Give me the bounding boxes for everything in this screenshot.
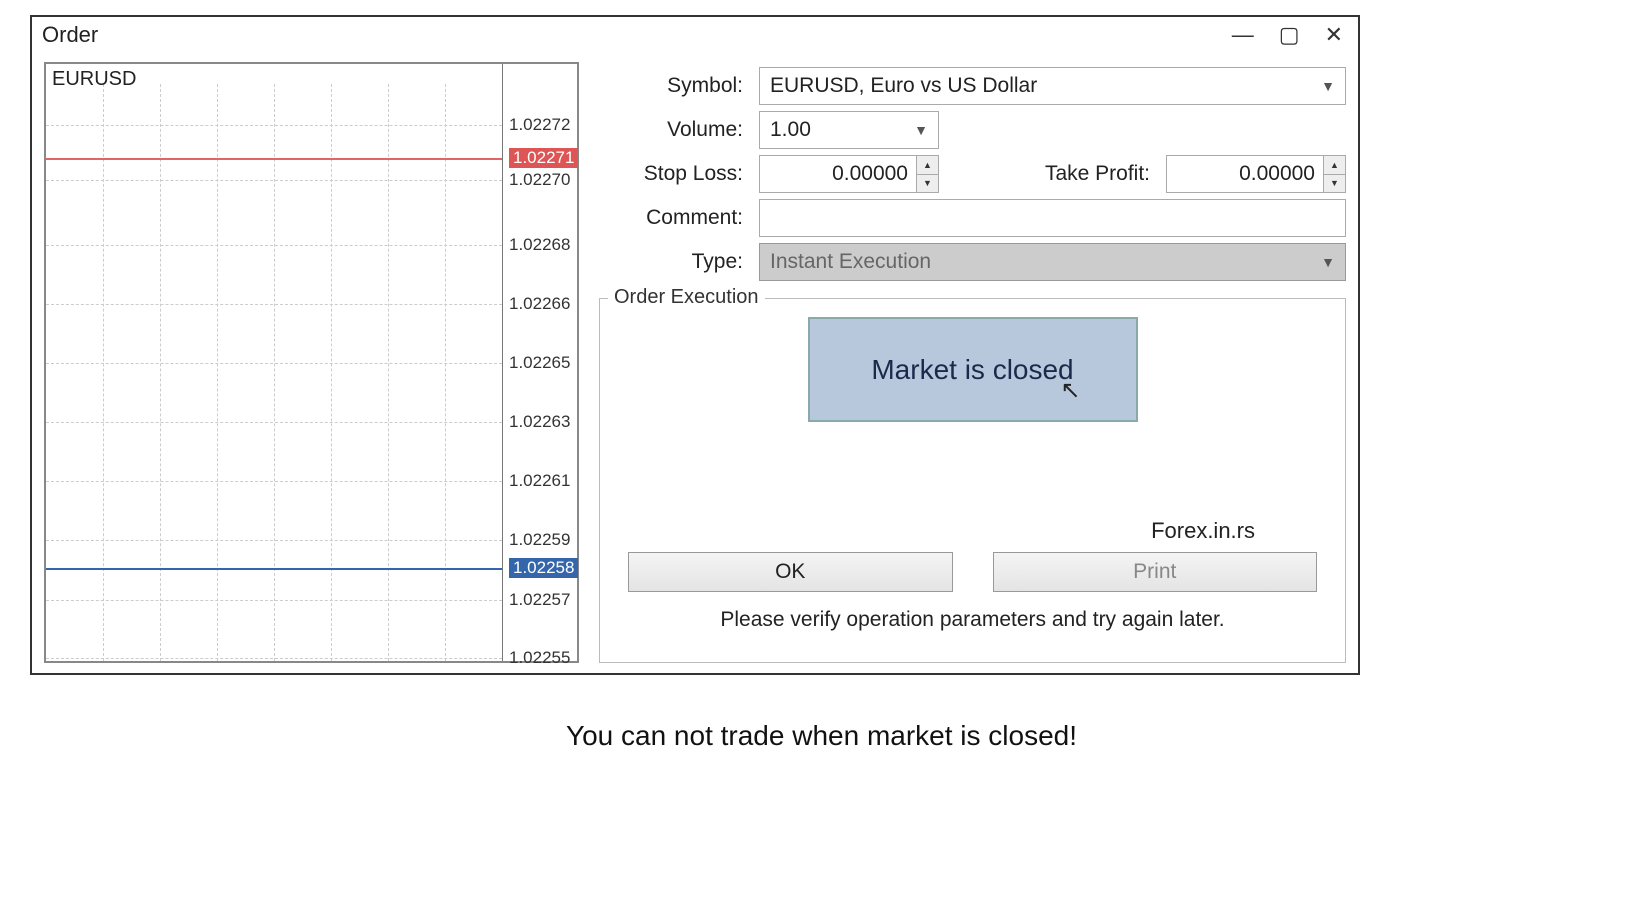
take-profit-label: Take Profit:: [1045, 162, 1150, 186]
caption: You can not trade when market is closed!: [0, 720, 1643, 752]
execution-legend: Order Execution: [608, 286, 765, 309]
axis-tick: 1.02257: [509, 590, 570, 610]
type-label: Type:: [599, 250, 749, 274]
window-body: EURUSD 1.022721.022711.022701.022681.022…: [32, 52, 1358, 673]
axis-tick: 1.02263: [509, 412, 570, 432]
arrow-up-icon[interactable]: ▲: [1324, 156, 1345, 175]
symbol-value: EURUSD, Euro vs US Dollar: [770, 74, 1037, 98]
take-profit-value: 0.00000: [1167, 156, 1323, 192]
stop-loss-label: Stop Loss:: [599, 162, 749, 186]
close-icon[interactable]: ✕: [1325, 22, 1343, 48]
watermark: Forex.in.rs: [1151, 518, 1255, 544]
chevron-down-icon: ▼: [1321, 78, 1335, 94]
axis-tick: 1.02258: [509, 558, 578, 578]
stop-loss-spinner[interactable]: 0.00000 ▲ ▼: [759, 155, 939, 193]
axis-tick: 1.02265: [509, 353, 570, 373]
axis-tick: 1.02259: [509, 530, 570, 550]
symbol-select[interactable]: EURUSD, Euro vs US Dollar ▼: [759, 67, 1346, 105]
volume-value: 1.00: [770, 118, 811, 142]
axis-tick: 1.02266: [509, 294, 570, 314]
chevron-down-icon: ▼: [1321, 254, 1335, 270]
arrow-down-icon[interactable]: ▼: [1324, 175, 1345, 193]
ok-label: OK: [775, 560, 805, 584]
bid-line: [46, 568, 502, 570]
hint-text: Please verify operation parameters and t…: [628, 608, 1317, 632]
titlebar: Order — ▢ ✕: [32, 17, 1358, 52]
symbol-label: Symbol:: [599, 74, 749, 98]
stop-loss-value: 0.00000: [760, 156, 916, 192]
minimize-icon[interactable]: —: [1232, 22, 1254, 48]
order-execution-group: Order Execution Market is closed ↖ Forex…: [599, 298, 1346, 663]
comment-input[interactable]: [759, 199, 1346, 237]
spinner-arrows[interactable]: ▲ ▼: [1323, 156, 1345, 192]
take-profit-spinner[interactable]: 0.00000 ▲ ▼: [1166, 155, 1346, 193]
ok-button[interactable]: OK: [628, 552, 953, 592]
maximize-icon[interactable]: ▢: [1279, 22, 1300, 48]
order-window: Order — ▢ ✕ EURUSD 1.02272 1.022711.02270…: [30, 15, 1360, 675]
axis-tick: 1.02255: [509, 648, 570, 668]
cursor-icon: ↖: [1060, 376, 1080, 405]
arrow-down-icon[interactable]: ▼: [917, 175, 938, 193]
axis-tick: 1.02271: [509, 148, 578, 168]
ask-line: [46, 158, 502, 160]
axis-tick: 1.02270: [509, 170, 570, 190]
volume-label: Volume:: [599, 118, 749, 142]
titlebar-controls: — ▢ ✕: [1232, 22, 1348, 48]
market-status-box: Market is closed ↖: [808, 317, 1138, 422]
chart-pair-label: EURUSD: [52, 68, 136, 91]
price-axis: 1.02272 1.022711.02270 1.02268 1.02266 1.022…: [503, 64, 577, 661]
window-title: Order: [42, 22, 98, 48]
axis-tick: 1.02261: [509, 471, 570, 491]
chart-area: EURUSD: [46, 64, 503, 661]
spinner-arrows[interactable]: ▲ ▼: [916, 156, 938, 192]
arrow-up-icon[interactable]: ▲: [917, 156, 938, 175]
market-status-text: Market is closed: [871, 354, 1073, 386]
order-form: Symbol: EURUSD, Euro vs US Dollar ▼ Volu…: [599, 62, 1346, 663]
volume-select[interactable]: 1.00 ▼: [759, 111, 939, 149]
axis-tick: 1.02268: [509, 235, 570, 255]
chart-grid: [46, 64, 502, 661]
print-button[interactable]: Print: [993, 552, 1318, 592]
type-value: Instant Execution: [770, 250, 931, 274]
chevron-down-icon: ▼: [914, 122, 928, 138]
axis-tick: 1.02272: [509, 115, 570, 135]
type-select: Instant Execution ▼: [759, 243, 1346, 281]
print-label: Print: [1133, 560, 1176, 584]
tick-chart: EURUSD 1.022721.022711.022701.022681.022…: [44, 62, 579, 663]
comment-label: Comment:: [599, 206, 749, 230]
